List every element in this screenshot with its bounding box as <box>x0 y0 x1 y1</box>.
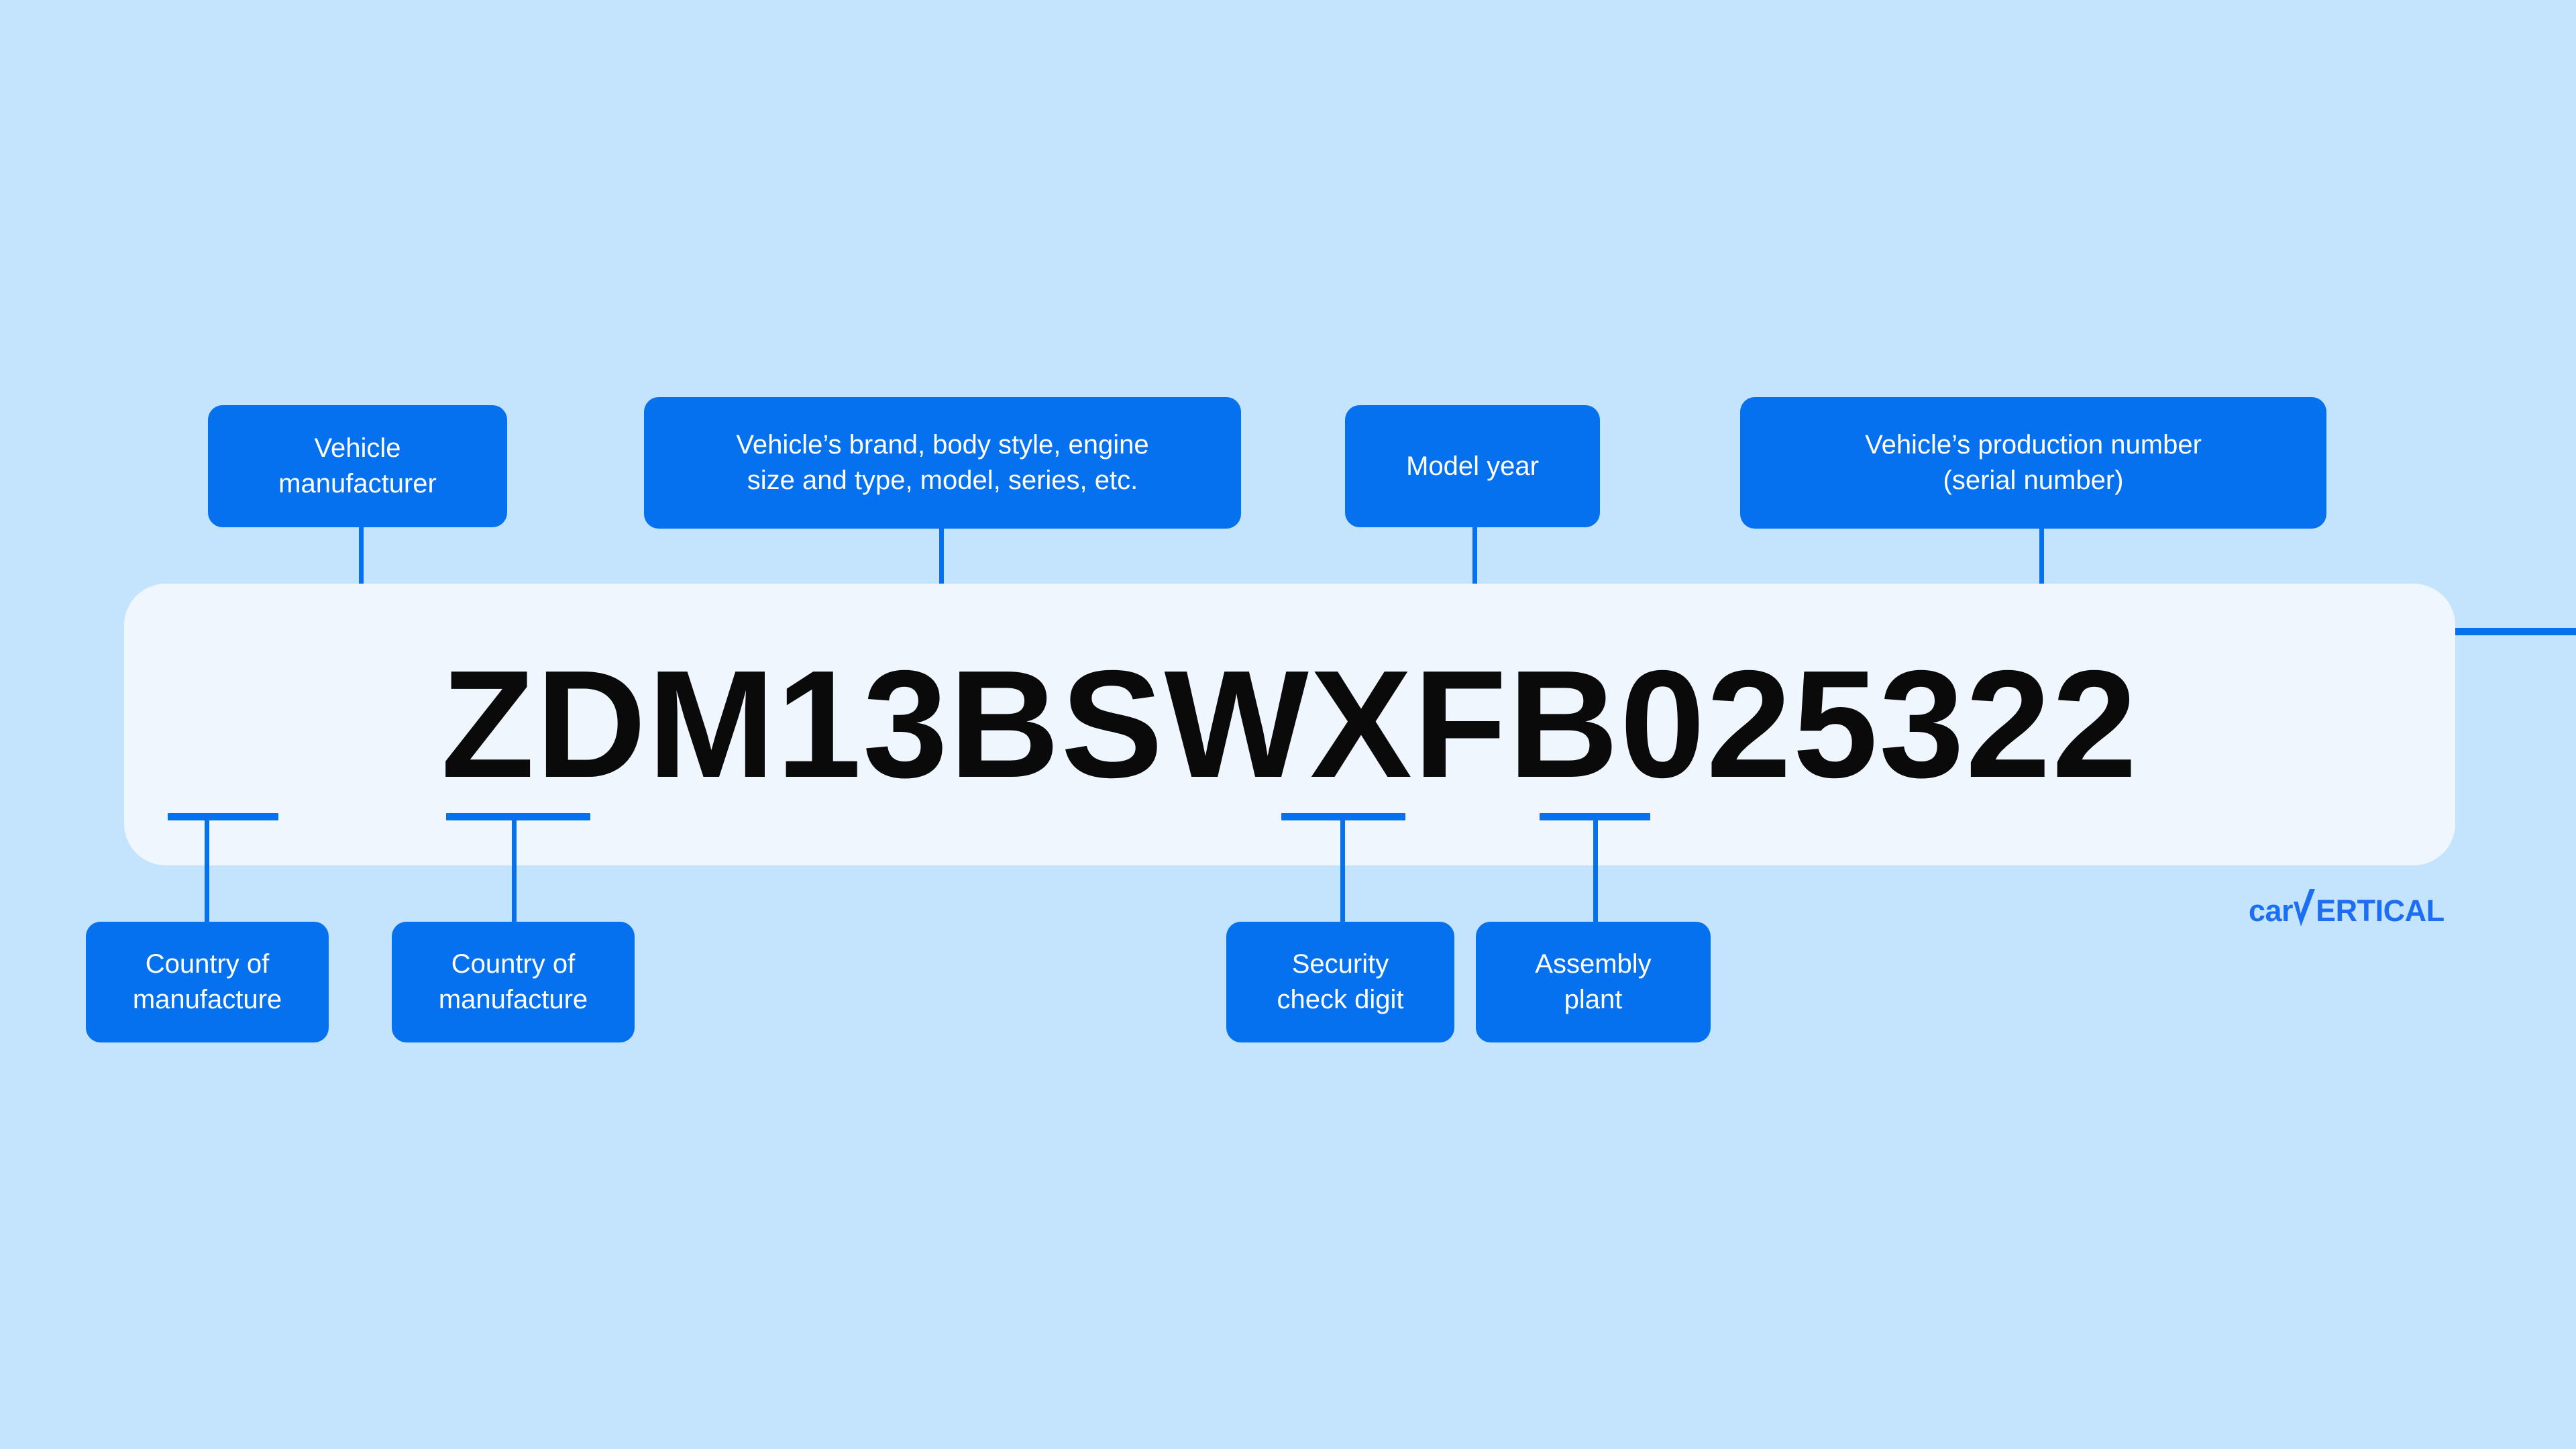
checkmark-v-icon <box>2293 887 2316 926</box>
callout-line: check digit <box>1277 985 1404 1014</box>
vin-breakdown-infographic: Vehicle manufacturer Vehicle’s brand, bo… <box>0 0 2576 1449</box>
callout-line: Assembly <box>1535 949 1652 979</box>
callout-line: Vehicle’s production number <box>1865 430 2202 460</box>
callout-vehicle-descriptor: Vehicle’s brand, body style, engine size… <box>644 397 1241 529</box>
callout-line: manufacturer <box>278 469 437 498</box>
logo-prefix-text: car <box>2249 894 2294 928</box>
vin-string: ZDM13BSWXFB025322 <box>441 639 2139 810</box>
callout-vehicle-manufacturer: Vehicle manufacturer <box>208 405 507 527</box>
connector-line-security-check-digit <box>1340 816 1345 923</box>
connector-line-country-of-manufacture-1 <box>205 816 209 923</box>
callout-line: manufacture <box>132 985 282 1014</box>
callout-line: manufacture <box>438 985 588 1014</box>
callout-production-number: Vehicle’s production number (serial numb… <box>1740 397 2326 529</box>
callout-line: plant <box>1564 985 1623 1014</box>
callout-country-of-manufacture-2: Country of manufacture <box>392 922 635 1042</box>
callout-line: Country of <box>145 949 270 979</box>
logo-suffix-text: ERTICAL <box>2316 894 2445 928</box>
callout-line: (serial number) <box>1943 466 2124 495</box>
callout-line: Model year <box>1406 451 1539 481</box>
connector-line-assembly-plant <box>1593 816 1598 923</box>
segment-bar-country-of-manufacture-1 <box>168 813 278 820</box>
callout-assembly-plant: Assembly plant <box>1476 922 1711 1042</box>
callout-line: Vehicle’s brand, body style, engine <box>736 430 1149 460</box>
segment-bar-country-of-manufacture-2 <box>446 813 590 820</box>
callout-line: size and type, model, series, etc. <box>747 466 1138 495</box>
callout-line: Security <box>1291 949 1389 979</box>
callout-line: Vehicle <box>314 433 401 464</box>
connector-line-country-of-manufacture-2 <box>512 816 517 923</box>
callout-line: Country of <box>451 949 576 979</box>
callout-security-check-digit: Security check digit <box>1226 922 1454 1042</box>
carvertical-logo: car ERTICAL <box>2249 887 2445 926</box>
callout-model-year: Model year <box>1345 405 1600 527</box>
callout-country-of-manufacture-1: Country of manufacture <box>86 922 329 1042</box>
